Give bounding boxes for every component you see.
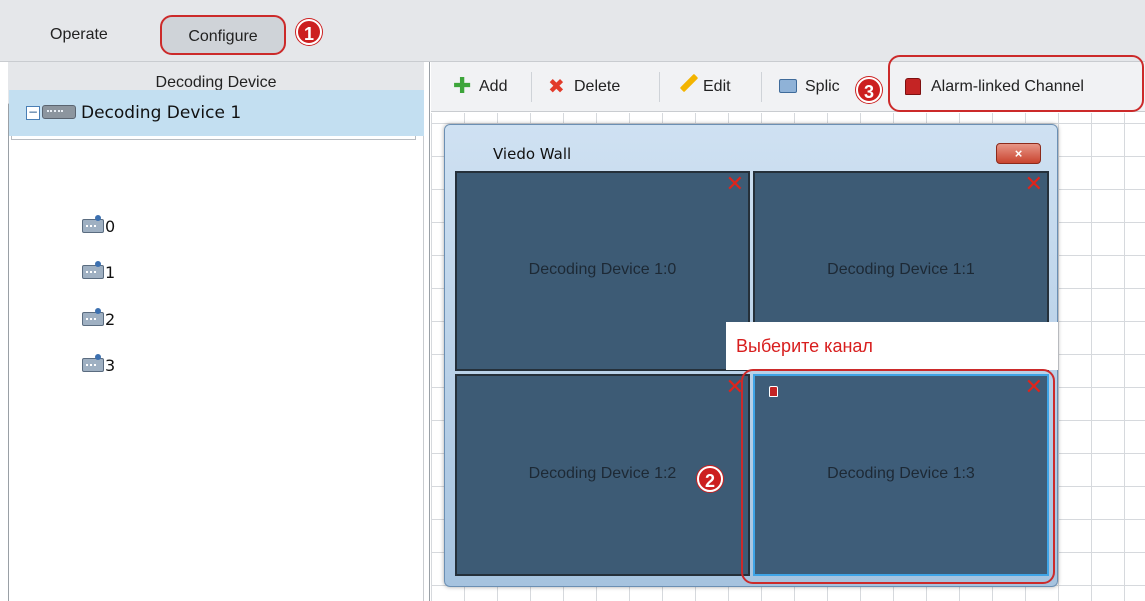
add-button[interactable]: ✚ Add — [453, 73, 508, 98]
close-button[interactable]: × — [996, 143, 1041, 164]
tab-operate[interactable]: Operate — [50, 18, 108, 52]
edit-button[interactable]: Edit — [677, 73, 731, 98]
plus-icon: ✚ — [453, 73, 472, 98]
close-icon[interactable]: ✕ — [1025, 173, 1043, 195]
cell-label: Decoding Device 1:0 — [528, 261, 677, 278]
delete-icon: ✖ — [548, 76, 565, 98]
channel-icon — [82, 261, 104, 279]
close-icon[interactable]: ✕ — [726, 173, 744, 195]
decoding-device-panel: Decoding Device × — [0, 62, 424, 601]
cell-label: Decoding Device 1:1 — [827, 261, 975, 278]
splice-button[interactable]: Splic — [779, 76, 840, 98]
collapse-icon[interactable]: − — [26, 106, 40, 120]
toolbar-divider — [531, 72, 532, 102]
hint-callout: Выберите канал — [726, 322, 1058, 370]
tree-item-label: 0 — [105, 217, 116, 236]
tree-item-label: 2 — [105, 310, 116, 329]
channel-icon — [82, 215, 104, 233]
step-badge-2: 2 — [697, 466, 723, 492]
highlight-selected-cell — [741, 369, 1055, 584]
video-wall-title: Viedo Wall — [493, 145, 572, 163]
splice-label: Splic — [805, 78, 840, 95]
tree-item-label: 3 — [105, 356, 116, 375]
tree-item-label: 1 — [105, 263, 116, 282]
edit-label: Edit — [703, 78, 731, 95]
top-tab-bar: Operate Configure — [0, 0, 1145, 62]
step-badge-3: 3 — [856, 77, 882, 103]
highlight-alarm-linked-channel — [888, 55, 1144, 112]
toolbar-divider — [659, 72, 660, 102]
decoder-device-icon — [42, 105, 76, 119]
channel-icon — [82, 308, 104, 326]
tree-item-decoding-device-1[interactable]: − Decoding Device 1 — [9, 90, 424, 136]
hint-text: Выберите канал — [736, 336, 873, 356]
tab-configure[interactable]: Configure — [160, 15, 286, 55]
wall-cell-0[interactable]: Decoding Device 1:0 ✕ — [455, 171, 750, 371]
panel-border — [8, 62, 9, 601]
channel-icon — [82, 354, 104, 372]
toolbar-divider — [761, 72, 762, 102]
monitor-icon — [779, 79, 797, 93]
delete-label: Delete — [574, 78, 621, 95]
tree-item-label: Decoding Device 1 — [81, 103, 242, 123]
delete-button[interactable]: ✖ Delete — [548, 76, 620, 98]
divider — [429, 62, 430, 601]
step-badge-1: 1 — [296, 19, 322, 45]
pencil-icon — [679, 73, 699, 93]
add-label: Add — [479, 78, 508, 95]
